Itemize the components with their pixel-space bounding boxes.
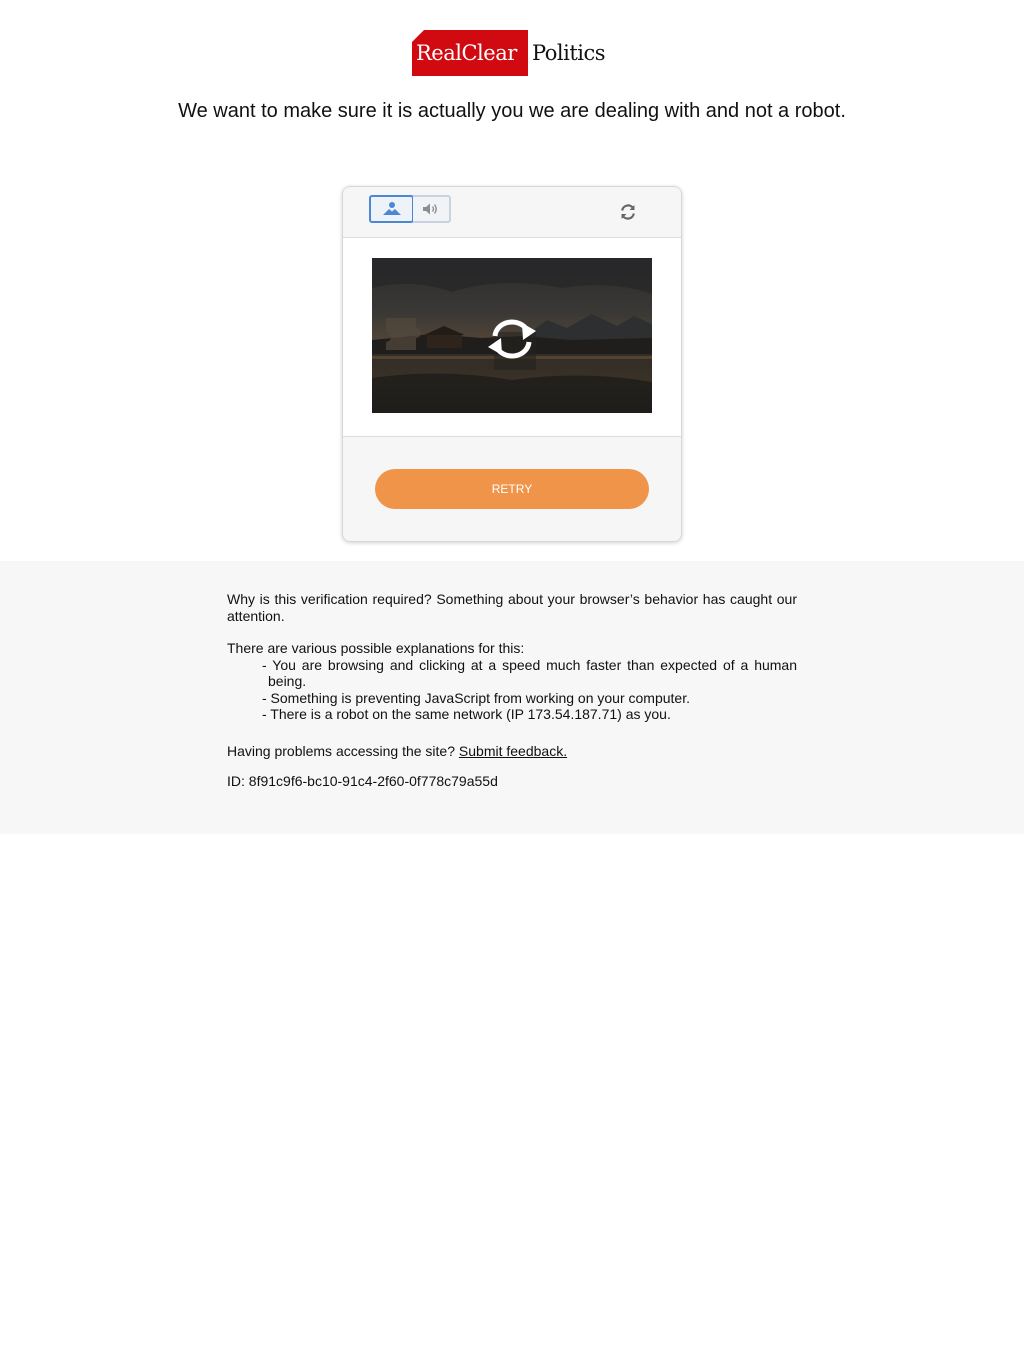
list-item: - Something is preventing JavaScript fro… bbox=[262, 689, 690, 706]
reload-challenge-button[interactable] bbox=[619, 203, 637, 221]
list-item: - You are browsing and clicking at a spe… bbox=[262, 656, 797, 690]
logo-red-block: RealClear bbox=[412, 30, 528, 76]
info-section: Why is this verification required? Somet… bbox=[0, 561, 1024, 834]
verification-reason-text: Why is this verification required? Somet… bbox=[227, 591, 797, 624]
captcha-footer: RETRY bbox=[343, 437, 681, 541]
page-headline: We want to make sure it is actually you … bbox=[178, 100, 846, 122]
retry-button[interactable]: RETRY bbox=[375, 469, 649, 509]
captcha-challenge-area bbox=[343, 238, 681, 437]
loading-refresh-icon bbox=[488, 319, 536, 359]
captcha-toolbar bbox=[343, 187, 681, 238]
info-content: Why is this verification required? Somet… bbox=[227, 591, 797, 790]
logo-text-politics: Politics bbox=[532, 41, 606, 65]
logo-text-realclear: RealClear bbox=[416, 41, 517, 65]
explanations-intro: There are various possible explanations … bbox=[227, 640, 525, 656]
list-item: - There is a robot on the same network (… bbox=[262, 706, 671, 722]
refresh-icon bbox=[621, 204, 635, 220]
speaker-icon bbox=[423, 203, 437, 215]
image-icon bbox=[382, 202, 401, 215]
reference-id: ID: 8f91c9f6-bc10-91c4-2f60-0f778c79a55d bbox=[227, 773, 498, 789]
reasons-list: - You are browsing and clicking at a spe… bbox=[227, 657, 797, 723]
audio-mode-button[interactable] bbox=[413, 195, 451, 223]
site-logo: RealClear Politics bbox=[412, 30, 612, 78]
problems-line: Having problems accessing the site? Subm… bbox=[227, 743, 797, 760]
captcha-widget: RETRY bbox=[342, 186, 682, 542]
puzzle-image bbox=[372, 258, 652, 413]
image-mode-button[interactable] bbox=[369, 195, 414, 223]
submit-feedback-link[interactable]: Submit feedback. bbox=[459, 743, 567, 759]
problems-text: Having problems accessing the site? bbox=[227, 742, 456, 759]
